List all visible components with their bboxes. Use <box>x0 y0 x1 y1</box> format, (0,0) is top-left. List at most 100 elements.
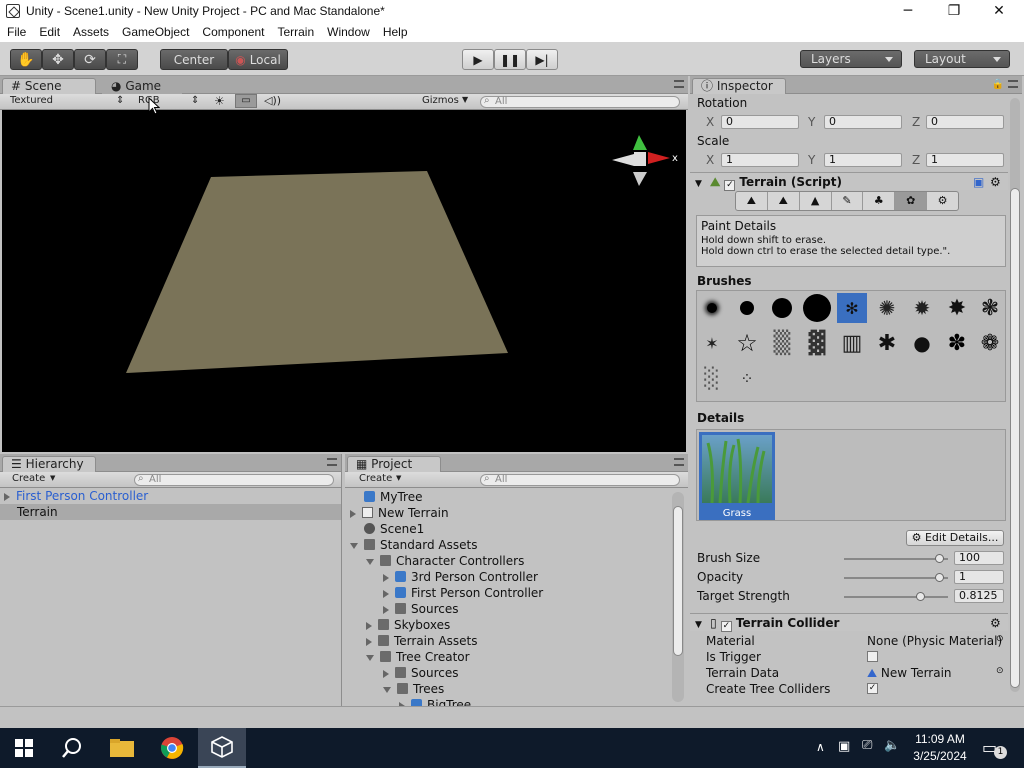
pivot-local-button[interactable]: ◉ Local <box>228 49 288 70</box>
panel-menu-icon[interactable] <box>1008 80 1018 88</box>
chrome-button[interactable] <box>148 728 196 768</box>
paint-height-tool[interactable]: ⛰ <box>768 192 800 210</box>
project-item[interactable]: Sources <box>345 601 670 617</box>
panel-menu-icon[interactable] <box>674 80 684 88</box>
scene-lighting-icon[interactable]: ☀ <box>214 94 225 108</box>
menu-terrain[interactable]: Terrain <box>270 25 320 39</box>
collapse-arrow-icon[interactable]: ▼ <box>695 179 702 189</box>
menu-edit[interactable]: Edit <box>32 25 66 39</box>
raise-terrain-tool[interactable]: ⛰ <box>736 192 768 210</box>
terrain-collider-header[interactable]: ▼ ▯ ✓ Terrain Collider ⚙ <box>690 613 1008 632</box>
project-create-dropdown[interactable]: Create <box>359 473 392 484</box>
expand-arrow-icon[interactable] <box>350 509 356 518</box>
lock-icon[interactable]: 🔒 <box>992 79 1004 90</box>
scene-effects-icon[interactable]: ▭ <box>235 94 257 108</box>
detail-item-selected[interactable]: Grass <box>699 432 775 520</box>
hierarchy-search-input[interactable]: All <box>134 474 334 486</box>
brush-item[interactable] <box>697 293 727 323</box>
material-field[interactable]: None (Physic Material) <box>867 634 1002 648</box>
terrain-collider-enabled-checkbox[interactable]: ✓ <box>720 621 732 632</box>
gear-icon[interactable]: ⚙ <box>990 173 1001 191</box>
project-item[interactable]: Scene1 <box>345 521 670 537</box>
terrain-plane[interactable] <box>126 171 508 373</box>
project-item[interactable]: Skyboxes <box>345 617 670 633</box>
collapse-arrow-icon[interactable]: ▼ <box>695 620 702 630</box>
brush-item[interactable]: ☆ <box>732 328 762 358</box>
hand-tool-button[interactable]: ✋ <box>10 49 42 70</box>
brush-item[interactable]: ▥ <box>837 328 867 358</box>
tab-project[interactable]: ▦ Project <box>347 456 441 472</box>
slider-knob[interactable] <box>915 592 925 601</box>
create-tree-colliders-checkbox[interactable]: ✓ <box>867 683 878 694</box>
step-button[interactable]: ▶| <box>526 49 558 70</box>
brush-item[interactable]: ❁ <box>975 328 1005 358</box>
project-item[interactable]: Trees <box>345 681 670 697</box>
expand-arrow-icon[interactable] <box>383 605 389 614</box>
terrain-script-enabled-checkbox[interactable]: ✓ <box>724 180 736 191</box>
start-button[interactable] <box>0 728 48 768</box>
object-picker-icon[interactable]: ⊙ <box>996 666 1004 676</box>
scene-viewport[interactable]: x <box>2 110 686 452</box>
menu-assets[interactable]: Assets <box>66 25 115 39</box>
inspector-scrollbar[interactable] <box>1010 98 1020 692</box>
is-trigger-checkbox[interactable] <box>867 651 878 662</box>
tab-hierarchy[interactable]: ☰ Hierarchy <box>2 456 96 472</box>
project-item[interactable]: 3rd Person Controller <box>345 569 670 585</box>
expand-arrow-icon[interactable] <box>383 589 389 598</box>
project-item[interactable]: MyTree <box>345 489 670 505</box>
opacity-slider[interactable] <box>844 573 948 582</box>
brush-item[interactable]: ✹ <box>907 293 937 323</box>
terrain-settings-tool[interactable]: ⚙ <box>927 192 958 210</box>
search-button[interactable] <box>48 728 96 768</box>
brush-item[interactable]: ▓ <box>802 328 832 358</box>
expand-arrow-icon[interactable] <box>366 637 372 646</box>
brush-item[interactable]: ░ <box>697 363 727 393</box>
hierarchy-item[interactable]: First Person Controller <box>0 488 341 504</box>
menu-file[interactable]: File <box>0 25 32 39</box>
brush-item-selected[interactable]: ✻ <box>837 293 867 323</box>
scene-audio-icon[interactable]: ◁)) <box>264 94 281 107</box>
brush-item[interactable] <box>732 293 762 323</box>
rotate-tool-button[interactable]: ⟳ <box>74 49 106 70</box>
scene-search-input[interactable]: All <box>480 96 680 108</box>
scale-tool-button[interactable]: ⛶ <box>106 49 138 70</box>
rotation-x-field[interactable]: 0 <box>721 115 799 129</box>
expand-arrow-icon[interactable] <box>4 492 10 501</box>
brush-item[interactable]: ✺ <box>872 293 902 323</box>
slider-knob[interactable] <box>935 573 944 582</box>
gizmos-dropdown[interactable]: Gizmos <box>422 95 459 106</box>
paint-texture-tool[interactable]: ✎ <box>832 192 864 210</box>
help-book-icon[interactable]: ▣ <box>973 173 984 191</box>
panel-menu-icon[interactable] <box>327 458 337 466</box>
terrain-script-header[interactable]: ▼ ⛰ ✓ Terrain (Script) ▣ ⚙ <box>690 172 1008 191</box>
brush-item[interactable]: ▒ <box>767 328 797 358</box>
object-picker-icon[interactable]: ⊙ <box>996 634 1004 644</box>
scene-gizmo[interactable]: x <box>612 135 678 186</box>
smooth-height-tool[interactable]: ▲ <box>800 192 832 210</box>
scale-y-field[interactable]: 1 <box>824 153 902 167</box>
taskbar-clock[interactable]: 11:09 AM 3/25/2024 <box>910 732 970 763</box>
move-tool-button[interactable]: ✥ <box>42 49 74 70</box>
target-strength-slider[interactable] <box>844 592 948 601</box>
project-item[interactable]: BigTree <box>345 697 670 706</box>
slider-knob[interactable] <box>935 554 944 563</box>
project-item[interactable]: New Terrain <box>345 505 670 521</box>
volume-muted-icon[interactable]: 🔈 <box>884 738 900 753</box>
project-item[interactable]: Standard Assets <box>345 537 670 553</box>
scale-z-field[interactable]: 1 <box>926 153 1004 167</box>
tab-game[interactable]: ◕ Game <box>102 78 182 94</box>
brush-size-slider[interactable] <box>844 554 948 563</box>
tray-chevron-up-icon[interactable]: ∧ <box>816 740 825 754</box>
collapse-arrow-icon[interactable] <box>383 686 391 693</box>
unity-taskbar-button[interactable] <box>198 728 246 768</box>
file-explorer-button[interactable] <box>98 728 146 768</box>
rotation-y-field[interactable]: 0 <box>824 115 902 129</box>
opacity-field[interactable]: 1 <box>954 570 1004 584</box>
edit-details-button[interactable]: ⚙ Edit Details... <box>906 530 1004 546</box>
notification-center-button[interactable]: ▭ 1 <box>982 738 1007 759</box>
tab-scene[interactable]: # Scene <box>2 78 96 94</box>
brush-item[interactable]: ✸ <box>942 293 972 323</box>
project-scrollbar-thumb[interactable] <box>673 506 683 656</box>
network-icon[interactable]: ⎚ <box>862 738 872 753</box>
inspector-scrollbar-thumb[interactable] <box>1010 188 1020 688</box>
